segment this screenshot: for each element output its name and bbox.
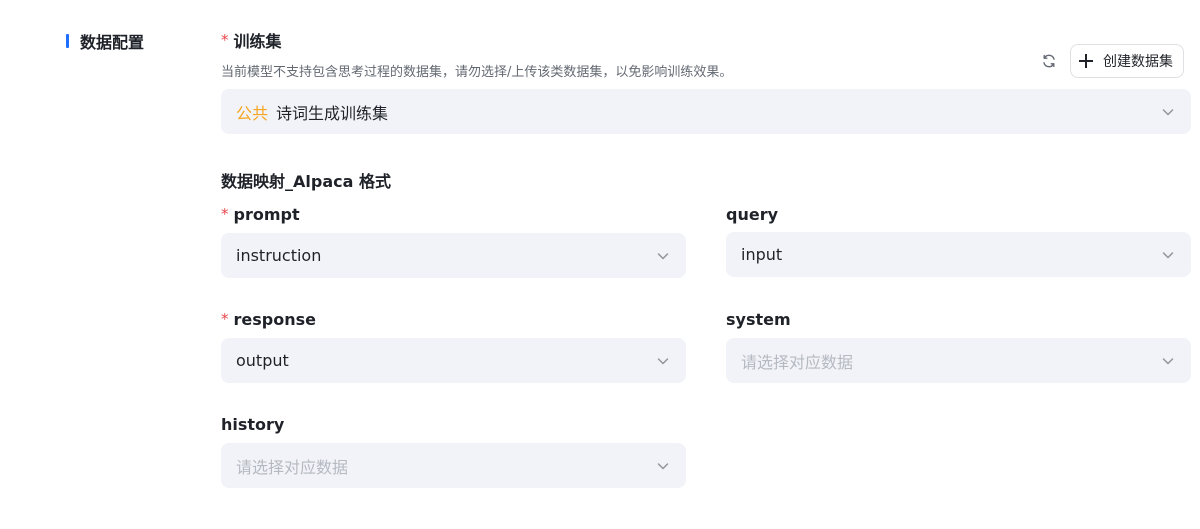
query-label-text: query [726, 204, 779, 224]
page: 数据配置 * 训练集 当前模型不支持包含思考过程的数据集，请勿选择/上传该类数据… [0, 0, 1200, 529]
chevron-down-icon [656, 354, 670, 368]
mapping-heading: 数据映射_Alpaca 格式 [221, 172, 391, 191]
system-placeholder: 请选择对应数据 [741, 352, 854, 372]
prompt-label: * prompt [221, 203, 300, 225]
training-set-value: 诗词生成训练集 [276, 103, 389, 123]
system-label: system [726, 308, 791, 330]
section-title-text: 数据配置 [80, 33, 145, 52]
training-set-hint: 当前模型不支持包含思考过程的数据集，请勿选择/上传该类数据集，以免影响训练效果。 [221, 65, 733, 80]
chevron-down-icon [1161, 354, 1175, 368]
required-mark: * [221, 310, 229, 328]
history-label-text: history [221, 414, 285, 434]
required-mark: * [221, 205, 229, 223]
training-set-label-text: 训练集 [233, 32, 282, 51]
refresh-icon[interactable] [1040, 52, 1058, 70]
chevron-down-icon [656, 459, 670, 473]
section-accent-bar [66, 34, 69, 48]
plus-icon [1079, 54, 1093, 68]
public-tag: 公共 [236, 103, 269, 123]
history-select[interactable]: 请选择对应数据 [221, 443, 686, 488]
required-mark: * [221, 31, 229, 49]
system-label-text: system [726, 309, 791, 329]
system-select[interactable]: 请选择对应数据 [726, 338, 1191, 383]
prompt-value: instruction [236, 246, 322, 265]
chevron-down-icon [1161, 248, 1175, 262]
prompt-select[interactable]: instruction [221, 233, 686, 278]
training-set-select[interactable]: 公共 诗词生成训练集 [221, 89, 1191, 134]
training-set-tools: 创建数据集 [1040, 44, 1184, 78]
section-title: 数据配置 [66, 29, 144, 53]
training-set-label: * 训练集 [221, 29, 282, 51]
query-select[interactable]: input [726, 232, 1191, 277]
query-value: input [741, 245, 783, 264]
response-value: output [236, 351, 289, 370]
response-label-text: response [233, 309, 316, 329]
prompt-label-text: prompt [233, 204, 300, 224]
chevron-down-icon [1161, 105, 1175, 119]
query-label: query [726, 203, 778, 225]
response-select[interactable]: output [221, 338, 686, 383]
history-placeholder: 请选择对应数据 [236, 457, 349, 477]
create-dataset-label: 创建数据集 [1103, 54, 1173, 70]
response-label: * response [221, 308, 316, 330]
create-dataset-button[interactable]: 创建数据集 [1070, 44, 1184, 78]
chevron-down-icon [656, 249, 670, 263]
history-label: history [221, 413, 284, 435]
